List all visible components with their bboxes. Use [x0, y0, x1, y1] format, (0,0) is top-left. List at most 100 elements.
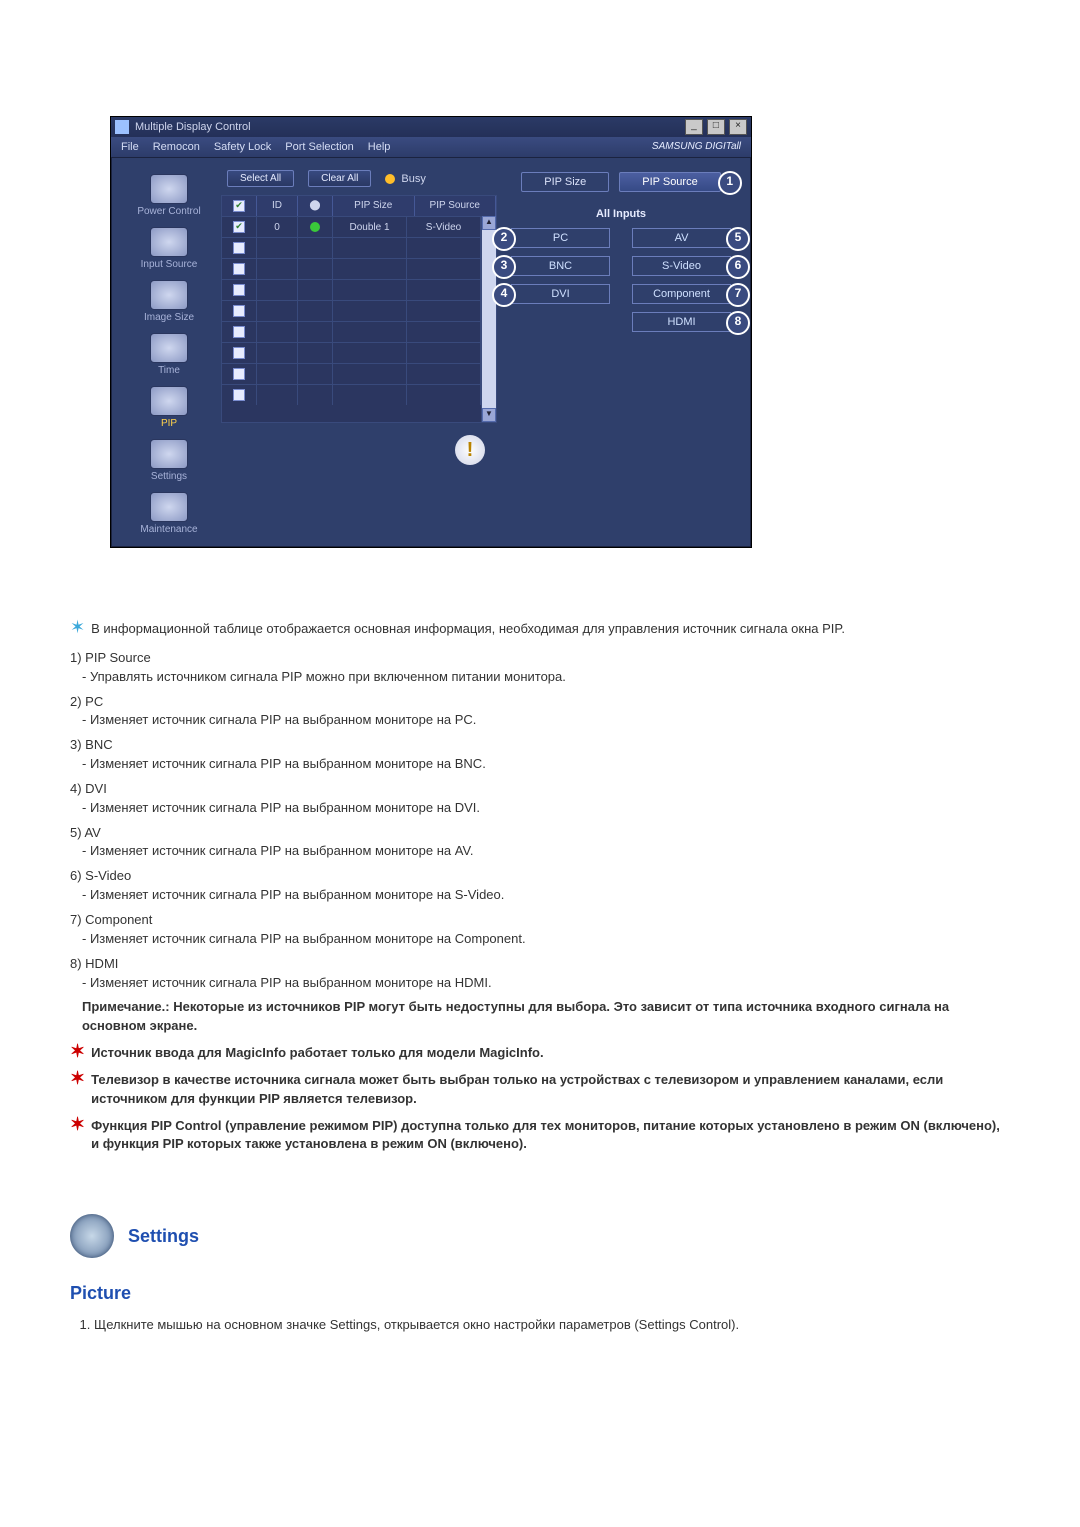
- input-choice-s-video[interactable]: S-Video6: [632, 256, 731, 276]
- table-row[interactable]: [222, 342, 481, 363]
- cell-pip-size: [333, 343, 407, 363]
- table-row[interactable]: [222, 279, 481, 300]
- row-checkbox[interactable]: [233, 326, 245, 338]
- sidebar-item-label: Power Control: [137, 206, 200, 217]
- menu-safety-lock[interactable]: Safety Lock: [214, 141, 271, 153]
- menu-remocon[interactable]: Remocon: [153, 141, 200, 153]
- input-choice-dvi[interactable]: DVI4: [511, 284, 610, 304]
- settings-section-head: Settings: [70, 1214, 1010, 1258]
- choice-label: Component: [653, 288, 710, 300]
- doc-item-title: 8) HDMI: [70, 955, 1010, 974]
- cell-id: [257, 259, 298, 279]
- menu-help[interactable]: Help: [368, 141, 391, 153]
- tab-pip-source[interactable]: PIP Source 1: [619, 172, 720, 192]
- cell-pip-source: [407, 259, 481, 279]
- cell-pip-size: [333, 385, 407, 405]
- clear-all-button[interactable]: Clear All: [308, 170, 371, 187]
- doc-item: 8) HDMI- Изменяет источник сигнала PIP н…: [70, 955, 1010, 993]
- doc-item-title: 1) PIP Source: [70, 649, 1010, 668]
- menu-port-selection[interactable]: Port Selection: [285, 141, 353, 153]
- cell-pip-size: [333, 280, 407, 300]
- sidebar: Power Control Input Source Image Size Ti…: [121, 166, 217, 537]
- row-checkbox[interactable]: [233, 284, 245, 296]
- table-row[interactable]: 0Double 1S-Video: [222, 216, 481, 237]
- table-row[interactable]: [222, 258, 481, 279]
- gear-icon: [70, 1214, 114, 1258]
- row-checkbox[interactable]: [233, 305, 245, 317]
- input-choice-component[interactable]: Component7: [632, 284, 731, 304]
- callout-7: 7: [726, 283, 750, 307]
- cell-id: [257, 301, 298, 321]
- sidebar-item-image-size[interactable]: Image Size: [127, 278, 211, 325]
- sidebar-item-power-control[interactable]: Power Control: [127, 172, 211, 219]
- scroll-up-icon[interactable]: ▲: [482, 216, 496, 230]
- settings-icon: [150, 439, 188, 469]
- doc-bullet: ✶Источник ввода для MagicInfo работает т…: [70, 1044, 1010, 1063]
- cell-pip-size: Double 1: [333, 217, 407, 237]
- doc-item-title: 6) S-Video: [70, 867, 1010, 886]
- cell-status: [298, 385, 333, 405]
- input-choice-pc[interactable]: PC2: [511, 228, 610, 248]
- scrollbar[interactable]: ▲ ▼: [481, 216, 496, 422]
- display-grid: ID ⬤ PIP Size PIP Source 0Double 1S-Vide…: [221, 195, 497, 423]
- cell-pip-source: [407, 238, 481, 258]
- sidebar-item-settings[interactable]: Settings: [127, 437, 211, 484]
- cell-id: [257, 343, 298, 363]
- busy-dot-icon: [385, 174, 395, 184]
- input-choice-av[interactable]: AV5: [632, 228, 731, 248]
- table-row[interactable]: [222, 321, 481, 342]
- window-controls: _ □ ×: [684, 119, 747, 135]
- intro-text: В информационной таблице отображается ос…: [91, 620, 845, 639]
- cell-pip-size: [333, 364, 407, 384]
- doc-bullet: ✶Функция PIP Control (управление режимом…: [70, 1117, 1010, 1155]
- choice-label: PC: [553, 232, 568, 244]
- row-checkbox[interactable]: [233, 221, 245, 233]
- mdc-app-window: Multiple Display Control _ □ × File Remo…: [110, 116, 752, 548]
- sidebar-item-label: Image Size: [144, 312, 194, 323]
- table-row[interactable]: [222, 300, 481, 321]
- sidebar-item-label: Settings: [151, 471, 187, 482]
- picture-list: Щелкните мышью на основном значке Settin…: [70, 1316, 1010, 1335]
- close-button[interactable]: ×: [729, 119, 747, 135]
- sidebar-item-pip[interactable]: PIP: [127, 384, 211, 431]
- input-source-icon: [150, 227, 188, 257]
- menubar: File Remocon Safety Lock Port Selection …: [111, 137, 751, 158]
- doc-item: 2) PC- Изменяет источник сигнала PIP на …: [70, 693, 1010, 731]
- sidebar-item-time[interactable]: Time: [127, 331, 211, 378]
- cell-id: [257, 238, 298, 258]
- cell-status: [298, 217, 333, 237]
- warning-icon: !: [455, 435, 485, 465]
- input-choice-hdmi[interactable]: HDMI8: [632, 312, 731, 332]
- input-choice-bnc[interactable]: BNC3: [511, 256, 610, 276]
- callout-4: 4: [492, 283, 516, 307]
- callout-3: 3: [492, 255, 516, 279]
- cell-status: [298, 259, 333, 279]
- menu-file[interactable]: File: [121, 141, 139, 153]
- sidebar-item-input-source[interactable]: Input Source: [127, 225, 211, 272]
- select-all-button[interactable]: Select All: [227, 170, 294, 187]
- table-row[interactable]: [222, 363, 481, 384]
- scroll-down-icon[interactable]: ▼: [482, 408, 496, 422]
- header-check-icon[interactable]: [233, 200, 245, 212]
- star-icon: ✶: [70, 1117, 85, 1155]
- minimize-button[interactable]: _: [685, 119, 703, 135]
- doc-item-desc: - Изменяет источник сигнала PIP на выбра…: [70, 799, 1010, 818]
- tab-pip-size[interactable]: PIP Size: [521, 172, 609, 192]
- row-checkbox[interactable]: [233, 242, 245, 254]
- cell-pip-source: [407, 301, 481, 321]
- cell-id: [257, 280, 298, 300]
- maximize-button[interactable]: □: [707, 119, 725, 135]
- col-pip-source: PIP Source: [415, 196, 497, 216]
- row-checkbox[interactable]: [233, 263, 245, 275]
- table-row[interactable]: [222, 384, 481, 405]
- cell-status: [298, 301, 333, 321]
- sidebar-item-maintenance[interactable]: Maintenance: [127, 490, 211, 537]
- col-pip-size: PIP Size: [333, 196, 415, 216]
- table-row[interactable]: [222, 237, 481, 258]
- callout-6: 6: [726, 255, 750, 279]
- cell-pip-source: [407, 280, 481, 300]
- doc-item: 1) PIP Source- Управлять источником сигн…: [70, 649, 1010, 687]
- row-checkbox[interactable]: [233, 347, 245, 359]
- row-checkbox[interactable]: [233, 368, 245, 380]
- row-checkbox[interactable]: [233, 389, 245, 401]
